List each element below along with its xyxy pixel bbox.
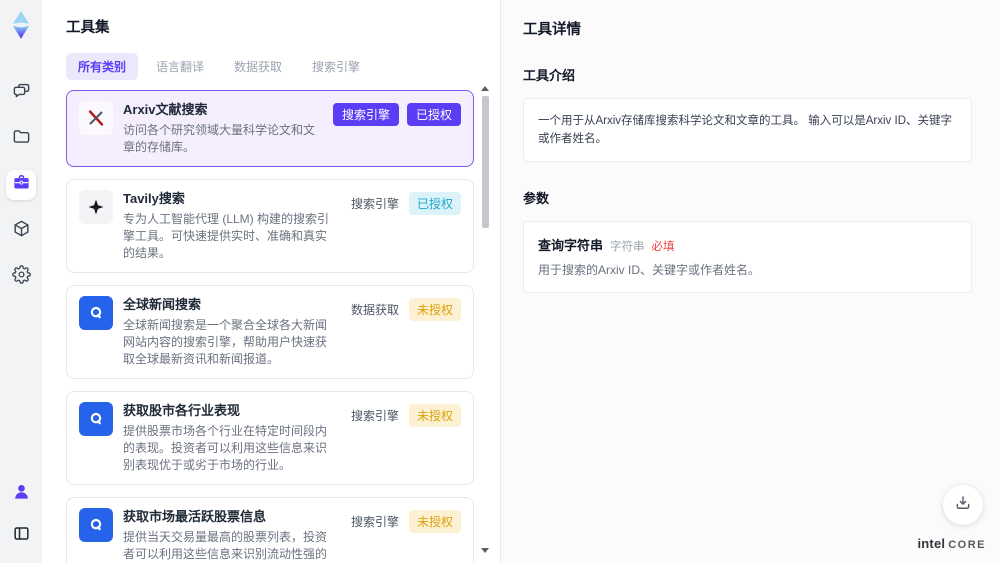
tool-title: 获取股市各行业表现	[123, 403, 241, 418]
category-tag: 数据获取	[350, 303, 399, 317]
tool-card-arxiv[interactable]: Arxiv文献搜索 访问各个研究领域大量科学论文和文章的存储库。 搜索引擎 已授…	[66, 90, 474, 167]
stock-search-logo-icon	[79, 402, 113, 436]
rail-nav	[6, 78, 36, 292]
tool-card-sector-performance[interactable]: 获取股市各行业表现 提供股票市场各个行业在特定时间段内的表现。投资者可以利用这些…	[66, 391, 474, 485]
app-window: 工具集 所有类别 语言翻译 数据获取 搜索引擎 Arxiv文献搜索 访问各个研究…	[0, 0, 1000, 563]
param-required-badge: 必填	[651, 241, 675, 253]
intro-text: 一个用于从Arxiv存储库搜索科学论文和文章的工具。 输入可以是Arxiv ID…	[538, 115, 952, 145]
panel-toggle-icon	[12, 524, 31, 548]
tool-card-tavily[interactable]: Tavily搜索 专为人工智能代理 (LLM) 构建的搜索引擎工具。可快速提供实…	[66, 179, 474, 273]
tool-list-panel: 工具集 所有类别 语言翻译 数据获取 搜索引擎 Arxiv文献搜索 访问各个研究…	[42, 0, 500, 563]
tool-description: 专为人工智能代理 (LLM) 构建的搜索引擎工具。可快速提供实时、准确和真实的结…	[123, 212, 330, 260]
tool-description: 全球新闻搜索是一个聚合全球各大新闻网站内容的搜索引擎，帮助用户快速获取全球最新资…	[123, 318, 328, 366]
tab-all-categories[interactable]: 所有类别	[66, 53, 139, 80]
tool-card-most-active-stocks[interactable]: 获取市场最活跃股票信息 提供当天交易量最高的股票列表，投资者可以利用这些信息来识…	[66, 497, 474, 563]
category-tag: 搜索引擎	[350, 515, 399, 529]
nav-chat[interactable]	[6, 78, 36, 108]
scrollbar-thumb[interactable]	[481, 96, 489, 228]
core-wordmark: CORE	[948, 539, 986, 551]
page-title: 工具集	[66, 20, 110, 36]
global-news-logo-icon	[79, 296, 113, 330]
package-icon	[12, 219, 31, 243]
tool-title: 全球新闻搜索	[123, 297, 202, 312]
nav-packages[interactable]	[6, 216, 36, 246]
intro-card: 一个用于从Arxiv存储库搜索科学论文和文章的工具。 输入可以是Arxiv ID…	[523, 98, 972, 162]
status-badge: 未授权	[408, 298, 461, 321]
tab-data-fetch[interactable]: 数据获取	[222, 53, 294, 80]
toolbox-icon	[12, 173, 31, 197]
app-logo-icon	[6, 10, 36, 40]
category-tag: 搜索引擎	[350, 197, 399, 211]
nav-toolbox[interactable]	[6, 170, 36, 200]
param-description: 用于搜索的Arxiv ID、关键字或作者姓名。	[538, 263, 761, 277]
intel-wordmark: intel	[917, 536, 946, 551]
status-badge: 已授权	[408, 192, 461, 215]
tool-title: Tavily搜索	[123, 191, 185, 206]
status-badge: 未授权	[408, 510, 461, 533]
stock-search-logo-icon	[79, 508, 113, 542]
scroll-up-arrow[interactable]	[481, 86, 489, 91]
param-name: 查询字符串	[538, 238, 604, 253]
tool-description: 提供当天交易量最高的股票列表，投资者可以利用这些信息来识别流动性强的股票和潜在的…	[123, 530, 328, 561]
tool-title: 获取市场最活跃股票信息	[123, 509, 267, 524]
tool-detail-panel: 工具详情 工具介绍 一个用于从Arxiv存储库搜索科学论文和文章的工具。 输入可…	[500, 0, 1000, 563]
tool-list: Arxiv文献搜索 访问各个研究领域大量科学论文和文章的存储库。 搜索引擎 已授…	[66, 90, 474, 563]
nav-settings[interactable]	[6, 262, 36, 292]
intel-core-logo: intel CORE	[917, 536, 986, 551]
detail-title: 工具详情	[523, 22, 581, 38]
gear-icon	[11, 265, 31, 289]
chat-icon	[12, 81, 31, 105]
folder-icon	[12, 127, 31, 151]
tool-card-global-news[interactable]: 全球新闻搜索 全球新闻搜索是一个聚合全球各大新闻网站内容的搜索引擎，帮助用户快速…	[66, 285, 474, 379]
download-button[interactable]	[943, 485, 983, 525]
nav-user[interactable]	[6, 479, 36, 509]
tab-language-translation[interactable]: 语言翻译	[144, 53, 216, 80]
scroll-down-arrow[interactable]	[481, 548, 489, 553]
status-badge: 未授权	[408, 404, 461, 427]
nav-panel-toggle[interactable]	[6, 521, 36, 551]
params-heading: 参数	[523, 191, 550, 206]
category-tabs: 所有类别 语言翻译 数据获取 搜索引擎	[66, 53, 474, 80]
rail-bottom	[6, 479, 36, 551]
tab-search-engine[interactable]: 搜索引擎	[300, 53, 372, 80]
category-tag: 搜索引擎	[332, 103, 399, 126]
nav-files[interactable]	[6, 124, 36, 154]
user-icon	[12, 482, 31, 506]
arxiv-logo-icon	[79, 101, 113, 135]
tool-title: Arxiv文献搜索	[123, 102, 208, 117]
param-type: 字符串	[610, 241, 645, 253]
tavily-logo-icon	[79, 190, 113, 224]
tool-description: 访问各个研究领域大量科学论文和文章的存储库。	[123, 123, 316, 154]
category-tag: 搜索引擎	[350, 409, 399, 423]
status-badge: 已授权	[406, 103, 461, 126]
tool-description: 提供股票市场各个行业在特定时间段内的表现。投资者可以利用这些信息来识别表现优于或…	[123, 424, 328, 472]
list-scrollbar[interactable]	[480, 86, 490, 553]
param-card: 查询字符串 字符串 必填 用于搜索的Arxiv ID、关键字或作者姓名。	[523, 221, 972, 293]
download-icon	[954, 494, 972, 517]
left-rail	[0, 0, 42, 563]
intro-heading: 工具介绍	[523, 68, 576, 83]
